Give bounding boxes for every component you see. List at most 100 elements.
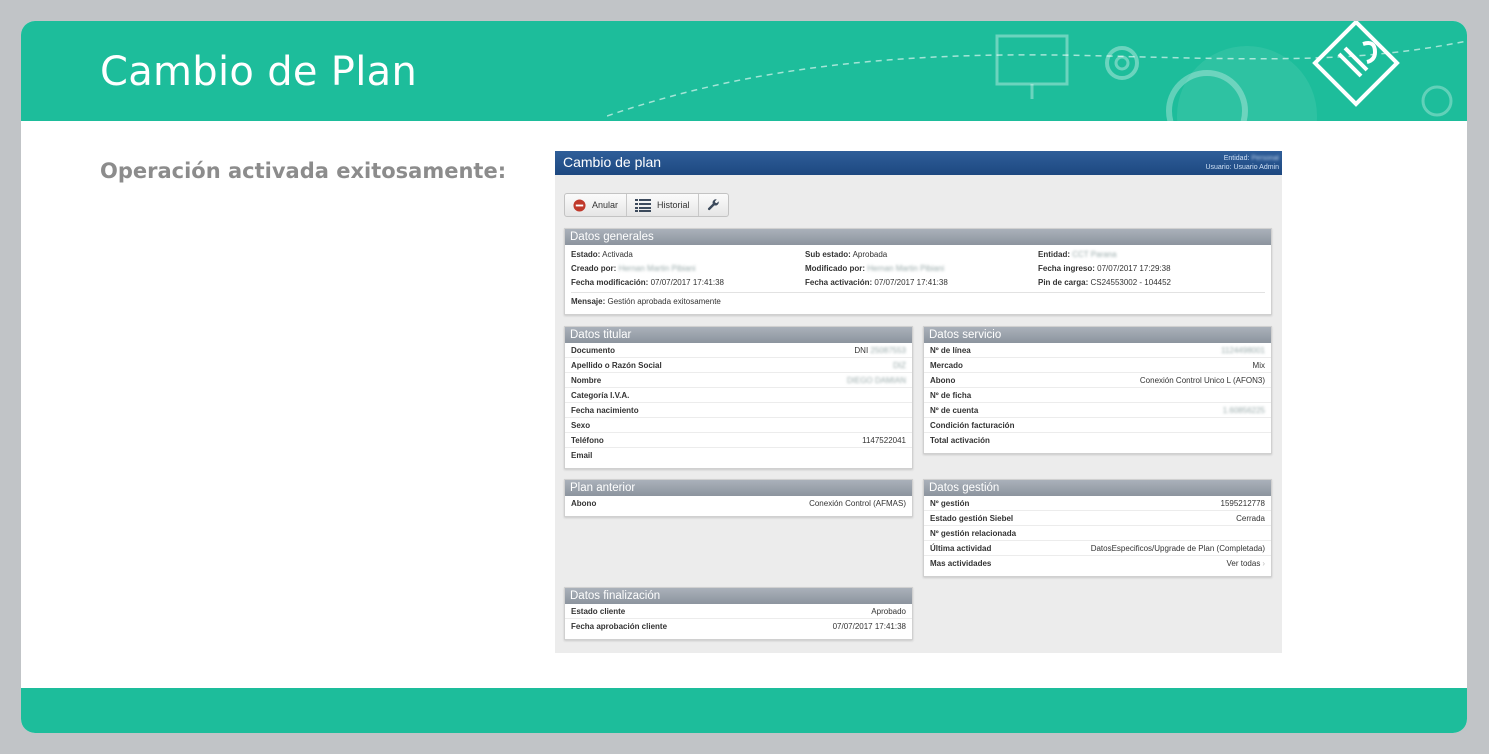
edit-icon — [1312, 21, 1400, 107]
creado-value: Hernan Martin Pibiani — [618, 264, 696, 273]
slide-header: Cambio de Plan — [21, 21, 1467, 121]
row-label: Documento — [571, 346, 615, 355]
table-row: Mercado Mix — [924, 358, 1271, 373]
panel-title: Datos titular — [565, 327, 912, 343]
sub-estado-value: Aprobada — [852, 250, 888, 259]
table-row: Nº de cuenta 1.60856225 — [924, 403, 1271, 418]
row-value: 07/07/2017 17:41:38 — [832, 622, 906, 631]
table-row: Email — [565, 448, 912, 463]
fecha-ingreso-label: Fecha ingreso: — [1038, 264, 1095, 273]
datos-gestion-panel: Datos gestión Nº gestión 1595212778 Estad… — [923, 479, 1272, 577]
table-row: Nº de línea 1124498001 — [924, 343, 1271, 358]
fecha-activacion-value: 07/07/2017 17:41:38 — [874, 278, 948, 287]
row-label: Nº gestión — [930, 499, 970, 508]
fecha-modificacion-value: 07/07/2017 17:41:38 — [650, 278, 724, 287]
anular-button[interactable]: Anular — [565, 194, 628, 216]
table-row: Sexo — [565, 418, 912, 433]
usuario-value: Usuario Admin — [1233, 164, 1279, 171]
mensaje-value: Gestión aprobada exitosamente — [607, 297, 721, 306]
row-value: Conexión Control (AFMAS) — [809, 499, 906, 508]
wrench-icon — [707, 198, 719, 210]
usuario-label: Usuario: — [1205, 164, 1232, 171]
app-header: Cambio de plan Entidad: Personal Usuario… — [555, 151, 1282, 175]
table-row: Fecha aprobación cliente 07/07/2017 17:41… — [565, 619, 912, 634]
fecha-activacion-label: Fecha activación: — [805, 278, 873, 287]
table-row: Nº de ficha — [924, 388, 1271, 403]
action-toolbar: Anular Historial — [564, 193, 729, 217]
row-label: Mercado — [930, 361, 963, 370]
creado-label: Creado por: — [571, 264, 617, 273]
row-value-hidden: 1124498001 — [1221, 346, 1265, 355]
row-label: Estado gestión Siebel — [930, 514, 1014, 523]
row-value-hidden: DIZ — [893, 361, 906, 370]
row-label: Estado cliente — [571, 607, 626, 616]
panel-title: Plan anterior — [565, 480, 912, 496]
row-label: Nº de ficha — [930, 391, 972, 400]
pin-carga-label: Pin de carga: — [1038, 278, 1089, 287]
panel-title: Datos generales — [565, 229, 1271, 245]
table-row: Documento DNI 25087553 — [565, 343, 912, 358]
table-row: Abono Conexión Control (AFMAS) — [565, 496, 912, 511]
anular-label: Anular — [592, 200, 619, 210]
modificado-label: Modificado por: — [805, 264, 865, 273]
datos-generales-panel: Datos generales Estado: Activada Sub est… — [564, 228, 1272, 315]
app-title: Cambio de plan — [563, 154, 662, 170]
row-value: DatosEspecificos/Upgrade de Plan (Comple… — [1090, 544, 1265, 553]
historial-button[interactable]: Historial — [627, 194, 699, 216]
row-label: Nº de cuenta — [930, 406, 979, 415]
operation-status-heading: Operación activada exitosamente: — [100, 159, 507, 183]
header-decoration-icon — [607, 21, 1467, 121]
row-value: Cerrada — [1236, 514, 1265, 523]
row-value: Mix — [1252, 361, 1265, 370]
row-value: Conexión Control Unico L (AFON3) — [1139, 376, 1265, 385]
table-row: Fecha nacimiento — [565, 403, 912, 418]
datos-finalizacion-panel: Datos finalización Estado cliente Aprobad… — [564, 587, 913, 640]
row-value-hidden: 25087553 — [870, 346, 906, 355]
row-label: Nombre — [571, 376, 602, 385]
mas-actividades-row[interactable]: Mas actividades Ver todas › — [924, 556, 1271, 571]
tools-button[interactable] — [699, 194, 728, 216]
table-row: Abono Conexión Control Unico L (AFON3) — [924, 373, 1271, 388]
divider — [571, 292, 1265, 293]
row-label: Total activación — [930, 436, 990, 445]
slide-title: Cambio de Plan — [100, 49, 418, 95]
table-row: Teléfono 1147522041 — [565, 433, 912, 448]
app-screenshot: Cambio de plan Entidad: Personal Usuario… — [555, 151, 1282, 653]
sub-estado-label: Sub estado: — [805, 250, 851, 259]
table-row: Condición facturación — [924, 418, 1271, 433]
table-row: Nombre DIEGO DAMIAN — [565, 373, 912, 388]
row-label: Apellido o Razón Social — [571, 361, 662, 370]
row-label: Última actividad — [930, 544, 992, 553]
row-label: Sexo — [571, 421, 591, 430]
row-label: Mas actividades — [930, 559, 992, 568]
panel-title: Datos gestión — [924, 480, 1271, 496]
row-value: 1595212778 — [1220, 499, 1266, 508]
cancel-icon — [573, 198, 586, 212]
table-row: Nº gestión 1595212778 — [924, 496, 1271, 511]
entidad-value: CCT Parana — [1072, 250, 1117, 259]
table-row: Estado gestión Siebel Cerrada — [924, 511, 1271, 526]
table-row: Total activación — [924, 433, 1271, 448]
plan-anterior-panel: Plan anterior Abono Conexión Control (AFM… — [564, 479, 913, 517]
row-label: Fecha aprobación cliente — [571, 622, 668, 631]
row-label: Nº de línea — [930, 346, 971, 355]
row-label: Abono — [930, 376, 956, 385]
row-label: Abono — [571, 499, 597, 508]
row-label: Email — [571, 451, 593, 460]
row-label: Condición facturación — [930, 421, 1015, 430]
datos-servicio-panel: Datos servicio Nº de línea 1124498001 Mer… — [923, 326, 1272, 454]
row-label: Fecha nacimiento — [571, 406, 639, 415]
slide: Cambio de Plan Operación activada exitos… — [21, 21, 1467, 733]
panel-title: Datos finalización — [565, 588, 912, 604]
list-icon — [635, 198, 652, 212]
modificado-value: Hernan Martin Pibiani — [867, 264, 945, 273]
fecha-modificacion-label: Fecha modificación: — [571, 278, 649, 287]
ver-todas-link[interactable]: Ver todas — [1227, 559, 1261, 568]
row-value-hidden: DIEGO DAMIAN — [846, 376, 906, 385]
chevron-right-icon: › — [1262, 559, 1265, 568]
row-label: Teléfono — [571, 436, 604, 445]
table-row: Estado cliente Aprobado — [565, 604, 912, 619]
fecha-ingreso-value: 07/07/2017 17:29:38 — [1097, 264, 1171, 273]
panel-title: Datos servicio — [924, 327, 1271, 343]
datos-titular-panel: Datos titular Documento DNI 25087553 Apel… — [564, 326, 913, 469]
